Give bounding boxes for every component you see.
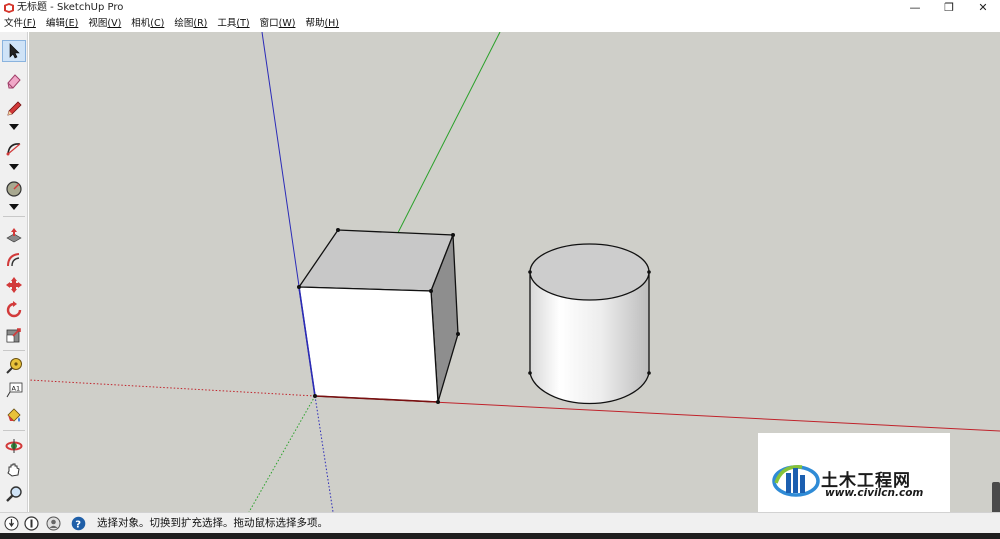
svg-text:A1: A1: [12, 385, 21, 393]
scale-tool-button[interactable]: [2, 324, 26, 346]
credits-icon[interactable]: [24, 516, 39, 531]
offset-icon: [7, 253, 20, 267]
large-tool-set: A1: [0, 32, 28, 512]
rotate-icon: [6, 301, 22, 318]
svg-text:?: ?: [75, 520, 81, 531]
offset-tool-button[interactable]: [2, 249, 26, 271]
hand-icon: [7, 463, 20, 477]
push-pull-tool-button[interactable]: [2, 224, 26, 246]
pan-tool-button[interactable]: [2, 459, 26, 481]
scale-icon: [6, 328, 21, 343]
cube-model[interactable]: [297, 228, 460, 404]
cylinder-model[interactable]: [528, 243, 651, 405]
blue-axis-negative: [314, 395, 334, 512]
tape-measure-icon: [6, 358, 22, 374]
eraser-tool-button[interactable]: [2, 70, 26, 92]
magnifier-icon: [6, 486, 22, 502]
arc-dropdown-icon[interactable]: [9, 164, 19, 170]
menu-bar: 文件(F) 编辑(E) 视图(V) 相机(C) 绘图(R) 工具(T) 窗口(W…: [0, 16, 1000, 32]
status-message: 选择对象。切换到扩充选择。拖动鼠标选择多项。: [97, 517, 328, 529]
drawing-area[interactable]: 土木工程网 www.civilcn.com: [29, 32, 1000, 512]
close-button[interactable]: ✕: [966, 0, 1000, 16]
eraser-icon: [7, 74, 21, 89]
menu-file[interactable]: 文件(F): [4, 16, 36, 32]
geo-location-icon[interactable]: [4, 516, 19, 531]
move-icon: [6, 277, 22, 293]
text-label-icon: A1: [6, 382, 23, 398]
orbit-icon: [5, 439, 23, 453]
sketchup-logo-icon: [4, 3, 14, 13]
menu-camera[interactable]: 相机(C): [131, 16, 164, 32]
paint-bucket-icon: [7, 408, 21, 422]
shape-dropdown-icon[interactable]: [9, 204, 19, 210]
cylinder-top-face: [529, 243, 650, 301]
maximize-button[interactable]: ❐: [932, 0, 966, 16]
status-bar: ? 选择对象。切换到扩充选择。拖动鼠标选择多项。: [0, 512, 1000, 533]
toolbar-separator: [3, 216, 25, 217]
line-tool-button[interactable]: [2, 98, 26, 120]
menu-view[interactable]: 视图(V): [88, 16, 121, 32]
select-tool-button[interactable]: [2, 40, 26, 62]
line-dropdown-icon[interactable]: [9, 124, 19, 130]
title-bar: 无标题 - SketchUp Pro — ❐ ✕: [0, 0, 1000, 16]
window-title: 无标题 - SketchUp Pro: [17, 2, 124, 13]
move-tool-button[interactable]: [2, 274, 26, 296]
green-axis-negative: [248, 395, 316, 512]
cube-front-face: [298, 286, 439, 403]
watermark-url: www.civilcn.com: [825, 487, 924, 499]
arc-icon: [6, 143, 21, 156]
arrow-cursor-icon: [9, 43, 20, 59]
menu-help[interactable]: 帮助(H): [305, 16, 339, 32]
menu-tools[interactable]: 工具(T): [217, 16, 249, 32]
circle-shape-icon: [6, 181, 22, 197]
text-tool-button[interactable]: A1: [2, 379, 26, 401]
menu-window[interactable]: 窗口(W): [260, 16, 296, 32]
watermark-logo: 土木工程网 www.civilcn.com: [758, 433, 950, 512]
minimize-button[interactable]: —: [898, 0, 932, 16]
civilcn-logo-icon: [772, 465, 820, 497]
rotate-tool-button[interactable]: [2, 299, 26, 321]
paint-bucket-tool-button[interactable]: [2, 404, 26, 426]
cube-top-face: [297, 229, 454, 292]
menu-draw[interactable]: 绘图(R): [174, 16, 207, 32]
toolbar-separator: [3, 350, 25, 351]
push-pull-icon: [6, 228, 22, 243]
red-axis-negative: [29, 379, 316, 397]
zoom-tool-button[interactable]: [2, 483, 26, 505]
menu-edit[interactable]: 编辑(E): [46, 16, 78, 32]
orbit-tool-button[interactable]: [2, 435, 26, 457]
toolbar-separator: [3, 430, 25, 431]
arc-tool-button[interactable]: [2, 138, 26, 160]
user-account-icon[interactable]: [46, 516, 61, 531]
shape-tool-button[interactable]: [2, 178, 26, 200]
taskbar-edge: [0, 533, 1000, 539]
tape-measure-tool-button[interactable]: [2, 355, 26, 377]
instructor-help-icon[interactable]: ?: [71, 516, 86, 531]
pencil-icon: [7, 101, 22, 116]
